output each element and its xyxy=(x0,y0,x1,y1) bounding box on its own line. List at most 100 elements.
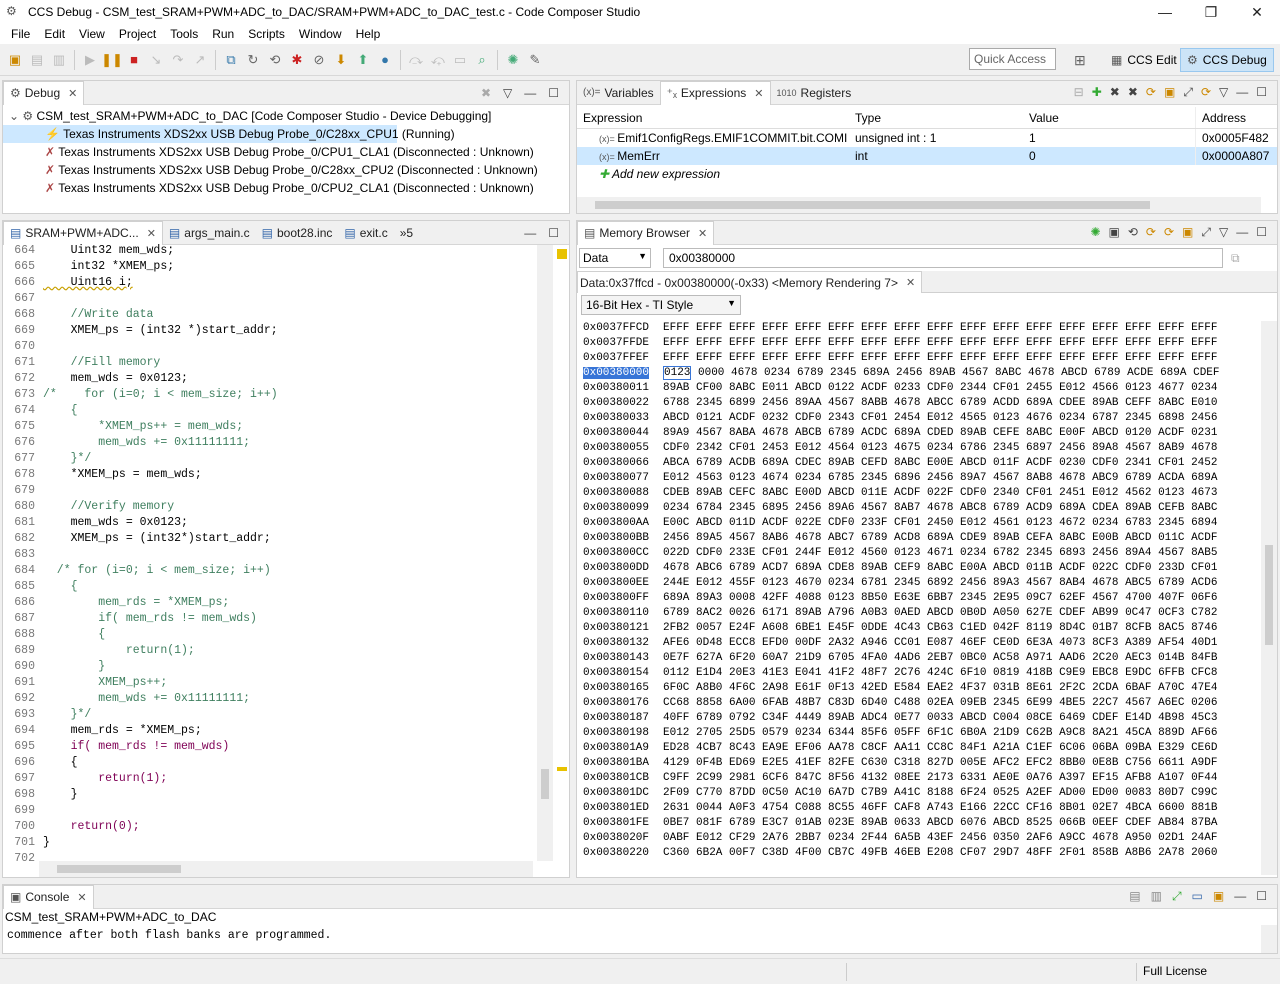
code-line[interactable]: 694 mem_rds = *XMEM_ps; xyxy=(3,723,543,739)
column-expression[interactable]: Expression xyxy=(577,107,849,128)
tab-memory-rendering[interactable]: Data:0x37ffcd - 0x00380000(-0x33) <Memor… xyxy=(577,271,923,293)
target-config-icon[interactable]: ✺ xyxy=(502,49,524,71)
table-row[interactable]: (x)= Emif1ConfigRegs.EMIF1COMMIT.bit.COM… xyxy=(577,129,1277,147)
memory-values[interactable]: E00C ABCD 011D ACDF 022E CDF0 233F CF01 … xyxy=(663,516,1218,531)
memory-values[interactable]: 6F0C A8B0 4F6C 2A98 E61F 0F13 42ED E584 … xyxy=(663,681,1218,696)
memory-row[interactable]: 0x00380198 E012 2705 25D5 0579 0234 6344 … xyxy=(577,726,1261,741)
memory-row[interactable]: 0x00380099 0234 6784 2345 6895 2456 89A6 … xyxy=(577,501,1261,516)
memory-row[interactable]: 0x00380187 40FF 6789 0792 C34F 4449 89AB … xyxy=(577,711,1261,726)
code-line[interactable]: 669 XMEM_ps = (int32 *)start_addr; xyxy=(3,323,543,339)
memory-values[interactable]: 2456 89A5 4567 8AB6 4678 ABC7 6789 ACD8 … xyxy=(663,531,1218,546)
memory-values[interactable]: 89A9 4567 8ABA 4678 ABCB 6789 ACDC 689A … xyxy=(663,426,1218,441)
menu-tools[interactable]: Tools xyxy=(163,27,205,41)
memory-values[interactable]: CDF0 2342 CF01 2453 E012 4564 0123 4675 … xyxy=(663,441,1218,456)
code-line[interactable]: 682 XMEM_ps = (int32*)start_addr; xyxy=(3,531,543,547)
code-line[interactable]: 666 Uint16 i; xyxy=(3,275,543,291)
maximize-icon[interactable]: ☐ xyxy=(1256,85,1267,100)
menu-view[interactable]: View xyxy=(72,27,112,41)
memory-row[interactable]: 0x00380011 89AB CF00 8ABC E011 ABCD 0122 … xyxy=(577,381,1261,396)
code-line[interactable]: 676 mem_wds += 0x11111111; xyxy=(3,435,543,451)
memory-row[interactable]: 0x00380044 89A9 4567 8ABA 4678 ABCB 6789 … xyxy=(577,426,1261,441)
editor-vertical-scrollbar[interactable] xyxy=(537,245,553,861)
console-scrollbar[interactable] xyxy=(1261,925,1277,953)
close-icon[interactable]: ✕ xyxy=(698,227,707,240)
memory-values[interactable]: 4678 ABC6 6789 ACD7 689A CDE8 89AB CEF9 … xyxy=(663,561,1218,576)
memory-row[interactable]: 0x00380121 2FB2 0057 E24F A608 6BE1 E45F … xyxy=(577,621,1261,636)
expression-value[interactable]: 1 xyxy=(1023,129,1195,147)
tab-registers[interactable]: 1010 Registers xyxy=(771,81,858,105)
memory-row[interactable]: 0x00380132 AFE6 0D48 ECC8 EFD0 00DF 2A32 … xyxy=(577,636,1261,651)
code-line[interactable]: 685 { xyxy=(3,579,543,595)
code-area[interactable]: 664 Uint32 mem_wds; 665 int32 *XMEM_ps; 66… xyxy=(3,243,543,861)
menu-help[interactable]: Help xyxy=(349,27,388,41)
code-line[interactable]: 699 xyxy=(3,803,543,819)
memory-vertical-scrollbar[interactable] xyxy=(1261,321,1277,875)
restart-icon[interactable]: ↻ xyxy=(242,49,264,71)
continuous-refresh-icon[interactable]: ⟳ xyxy=(1146,225,1156,240)
code-line[interactable]: 664 Uint32 mem_wds; xyxy=(3,243,543,259)
close-icon[interactable]: ✕ xyxy=(77,891,86,904)
tab-args-main[interactable]: ▤ args_main.c xyxy=(163,221,256,245)
view-menu-icon[interactable]: ▽ xyxy=(1219,85,1228,100)
disable-breakpoints-icon[interactable]: ⊘ xyxy=(308,49,330,71)
code-line[interactable]: 684 /* for (i=0; i < mem_size; i++) xyxy=(3,563,543,579)
pin-icon[interactable]: ⤢ xyxy=(1183,85,1193,100)
warning-marker-icon[interactable] xyxy=(557,249,567,259)
code-line[interactable]: 696 { xyxy=(3,755,543,771)
pin-console-icon[interactable]: ⤢ xyxy=(1172,889,1182,904)
new-icon[interactable]: ▣ xyxy=(4,49,26,71)
memory-values[interactable]: 0BE7 081F 6789 E3C7 01AB 023E 89AB 0633 … xyxy=(663,816,1218,831)
run-icon[interactable]: ● xyxy=(374,49,396,71)
memory-values[interactable]: CC68 8858 6A00 6FAB 48B7 C83D 6D40 C488 … xyxy=(663,696,1218,711)
menu-project[interactable]: Project xyxy=(112,27,163,41)
reset-icon[interactable]: ⟲ xyxy=(264,49,286,71)
memory-values[interactable]: 689A 89A3 0008 42FF 4088 0123 8B50 E63E … xyxy=(663,591,1218,606)
horizontal-scrollbar[interactable] xyxy=(577,197,1261,213)
tab-expressions[interactable]: ⁺ₓ Expressions ✕ xyxy=(659,80,771,105)
tab-exit[interactable]: ▤ exit.c xyxy=(338,221,393,245)
code-line[interactable]: 687 if( mem_rds != mem_wds) xyxy=(3,611,543,627)
memory-values[interactable]: 40FF 6789 0792 C34F 4449 89AB ADC4 0E77 … xyxy=(663,711,1218,726)
connect-icon[interactable]: ⧉ xyxy=(220,49,242,71)
refresh-memory-icon[interactable]: ⟳ xyxy=(1164,225,1174,240)
code-line[interactable]: 688 { xyxy=(3,627,543,643)
minimize-icon[interactable]: — xyxy=(1234,889,1246,904)
memory-row[interactable]: 0x00380000 0123 0000 4678 0234 6789 2345 … xyxy=(577,366,1261,381)
memory-values[interactable]: EFFF EFFF EFFF EFFF EFFF EFFF EFFF EFFF … xyxy=(663,351,1218,366)
code-line[interactable]: 700 return(0); xyxy=(3,819,543,835)
memory-values[interactable]: ED28 4CB7 8C43 EA9E EF06 AA78 C8CF AA11 … xyxy=(663,741,1218,756)
memory-values[interactable]: 2631 0044 A0F3 4754 C088 8C55 46FF CAF8 … xyxy=(663,801,1218,816)
memory-row[interactable]: 0x0038020F 0ABF E012 CF29 2A76 2BB7 0234 … xyxy=(577,831,1261,846)
tab-debug[interactable]: ⚙ Debug ✕ xyxy=(3,80,85,105)
memory-row[interactable]: 0x00380055 CDF0 2342 CF01 2453 E012 4564 … xyxy=(577,441,1261,456)
menu-scripts[interactable]: Scripts xyxy=(241,27,292,41)
refresh-icon[interactable]: ✺ xyxy=(1090,225,1100,240)
memory-values[interactable]: 0E7F 627A 6F20 60A7 21D9 6705 4FA0 4AD6 … xyxy=(663,651,1218,666)
code-line[interactable]: 677 }*/ xyxy=(3,451,543,467)
debug-icon[interactable]: ⬆ xyxy=(352,49,374,71)
tools-icon[interactable]: ✎ xyxy=(524,49,546,71)
memory-row[interactable]: 0x003800EE 244E E012 455F 0123 4670 0234 … xyxy=(577,576,1261,591)
memory-row[interactable]: 0x00380143 0E7F 627A 6F20 60A7 21D9 6705 … xyxy=(577,651,1261,666)
new-window-icon[interactable]: ▣ xyxy=(1164,85,1175,100)
memory-values[interactable]: 022D CDF0 233E CF01 244F E012 4560 0123 … xyxy=(663,546,1218,561)
memory-row[interactable]: 0x0037FFDE EFFF EFFF EFFF EFFF EFFF EFFF … xyxy=(577,336,1261,351)
step-asm-over-icon[interactable]: ⤽ xyxy=(427,49,449,71)
go-icon[interactable]: ⧉ xyxy=(1231,251,1240,266)
memory-row[interactable]: 0x00380077 E012 4563 0123 4674 0234 6785 … xyxy=(577,471,1261,486)
code-line[interactable]: 667 xyxy=(3,291,543,307)
memory-values[interactable]: 6788 2345 6899 2456 89AA 4567 8ABB 4678 … xyxy=(663,396,1218,411)
close-icon[interactable]: ✕ xyxy=(147,227,156,240)
add-expression-row[interactable]: ✚ Add new expression xyxy=(577,165,1277,183)
memory-row[interactable]: 0x00380022 6788 2345 6899 2456 89AA 4567 … xyxy=(577,396,1261,411)
license-status[interactable]: Full License xyxy=(1143,964,1207,978)
display-console-icon[interactable]: ▭ xyxy=(1192,889,1203,904)
close-icon[interactable]: ✕ xyxy=(754,87,763,100)
maximize-icon[interactable]: ☐ xyxy=(1256,225,1267,240)
step-over-icon[interactable]: ↷ xyxy=(167,49,189,71)
tab-editor-main[interactable]: ▤ SRAM+PWM+ADC... ✕ xyxy=(3,220,163,245)
memory-values[interactable]: EFFF EFFF EFFF EFFF EFFF EFFF EFFF EFFF … xyxy=(663,321,1218,336)
continuous-refresh-icon[interactable]: ⟳ xyxy=(1201,85,1211,100)
memory-space-select[interactable]: Data ▼ xyxy=(579,248,651,268)
memory-values[interactable]: C9FF 2C99 2981 6CF6 847C 8F56 4132 08EE … xyxy=(663,771,1218,786)
